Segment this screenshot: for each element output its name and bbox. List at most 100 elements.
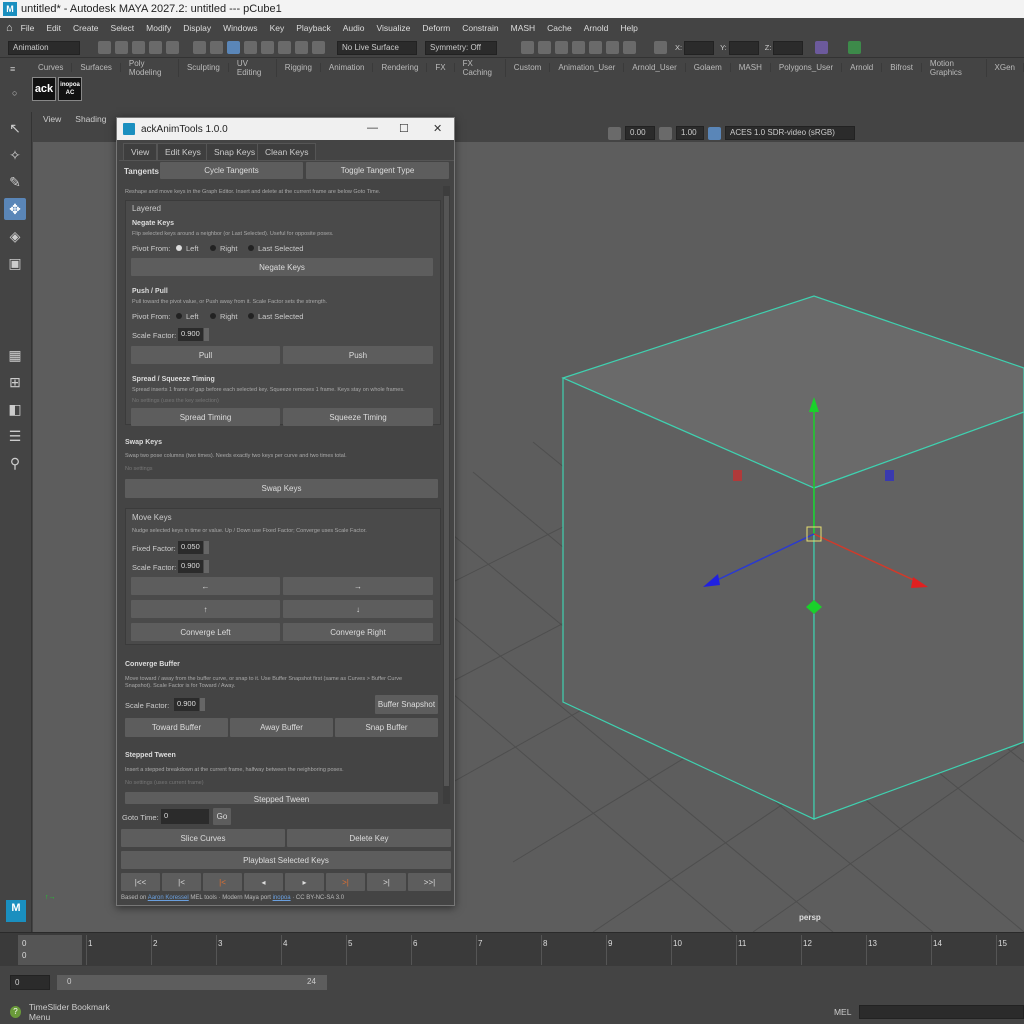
snap-grid-icon[interactable]	[244, 41, 257, 54]
move-up-button[interactable]: ↑	[131, 600, 280, 618]
shelf-options-icon[interactable]: ≡	[10, 64, 15, 74]
four-view-icon[interactable]: ⊞	[4, 371, 26, 393]
toward-buffer-button[interactable]: Toward Buffer	[125, 718, 228, 737]
fixed-factor-spinner[interactable]	[204, 541, 209, 554]
negate-keys-button[interactable]: Negate Keys	[131, 258, 433, 276]
render-frame-icon[interactable]	[521, 41, 534, 54]
shelf-tab-animation[interactable]: Animation	[321, 63, 374, 72]
footer-port-link[interactable]: inopoa	[273, 895, 291, 901]
menu-audio[interactable]: Audio	[343, 23, 365, 33]
exposure-field[interactable]: 0.00	[625, 126, 655, 140]
color-management-icon[interactable]	[708, 126, 721, 140]
menu-display[interactable]: Display	[183, 23, 211, 33]
swap-keys-button[interactable]: Swap Keys	[125, 479, 438, 498]
menu-arnold[interactable]: Arnold	[584, 23, 609, 33]
next-key-button[interactable]: >|	[367, 873, 406, 891]
stepped-tween-button[interactable]: Stepped Tween	[125, 792, 438, 804]
snap-point-icon[interactable]	[278, 41, 291, 54]
move-down-button[interactable]: ↓	[283, 600, 433, 618]
menu-cache[interactable]: Cache	[547, 23, 572, 33]
tab-view[interactable]: View	[123, 143, 158, 160]
snap-view-icon[interactable]	[295, 41, 308, 54]
push-button[interactable]: Push	[283, 346, 433, 364]
prev-frame-key-button[interactable]: |<	[203, 873, 242, 891]
step-forward-button[interactable]: ▸	[285, 873, 324, 891]
shelf-menu-icon[interactable]: ○	[12, 88, 17, 98]
shelf-tab-uv-editing[interactable]: UV Editing	[229, 58, 277, 77]
menu-playback[interactable]: Playback	[296, 23, 331, 33]
search-icon[interactable]: ⚲	[4, 452, 26, 474]
move-scale-field[interactable]: 0.900	[178, 560, 203, 573]
away-buffer-button[interactable]: Away Buffer	[230, 718, 333, 737]
shelf-tab-animation-user[interactable]: Animation_User	[550, 63, 625, 72]
z-field[interactable]	[773, 40, 804, 55]
start-time-field[interactable]: 0	[10, 975, 50, 990]
shelf-tab-mash[interactable]: MASH	[731, 63, 771, 72]
y-field[interactable]	[728, 40, 759, 55]
select-hierarchy-icon[interactable]	[193, 41, 206, 54]
negate-pivot-left[interactable]: Left	[176, 244, 199, 253]
negate-pivot-last[interactable]: Last Selected	[248, 244, 303, 253]
shelf-tab-rendering[interactable]: Rendering	[373, 63, 428, 72]
converge-left-button[interactable]: Converge Left	[131, 623, 280, 641]
tool-window-titlebar[interactable]: ackAnimTools 1.0.0 — ☐ ✕	[117, 118, 454, 140]
menu-key[interactable]: Key	[270, 23, 285, 33]
ipr-render-icon[interactable]	[538, 41, 551, 54]
shelf-tab-curves[interactable]: Curves	[30, 63, 73, 72]
arnold-render-icon[interactable]	[606, 41, 619, 54]
shelf-tab-arnold-user[interactable]: Arnold_User	[624, 63, 686, 72]
pull-button[interactable]: Pull	[131, 346, 280, 364]
mel-label[interactable]: MEL	[834, 1007, 851, 1017]
menuset-dropdown[interactable]: Animation	[8, 40, 80, 55]
exposure-icon[interactable]	[608, 126, 621, 140]
slice-curves-button[interactable]: Slice Curves	[121, 829, 285, 847]
redo-icon[interactable]	[166, 41, 179, 54]
toggle-tangent-type-button[interactable]: Toggle Tangent Type	[306, 162, 449, 179]
squeeze-timing-button[interactable]: Squeeze Timing	[283, 408, 433, 426]
go-button[interactable]: Go	[213, 808, 231, 825]
workspace-icon[interactable]	[848, 41, 862, 54]
new-scene-icon[interactable]	[98, 41, 111, 54]
shelf-tab-arnold[interactable]: Arnold	[842, 63, 883, 72]
x-plane-handle[interactable]	[733, 470, 742, 481]
range-bar[interactable]: 0 24	[57, 975, 327, 990]
home-icon[interactable]: ⌂	[6, 22, 13, 34]
menu-deform[interactable]: Deform	[422, 23, 450, 33]
help-icon[interactable]: ?	[10, 1006, 21, 1018]
ack-shelf-button[interactable]: ack	[32, 77, 56, 101]
time-slider[interactable]: 0 0 1 2 3 4 5 6 7 8 9 10 11 12 13 14 15	[0, 932, 1024, 966]
render-view-icon[interactable]	[589, 41, 602, 54]
menu-select[interactable]: Select	[111, 23, 135, 33]
menu-help[interactable]: Help	[620, 23, 637, 33]
scrollbar-thumb[interactable]	[444, 196, 449, 786]
shelf-tab-poly-modeling[interactable]: Poly Modeling	[121, 58, 179, 77]
shelf-tab-motion-graphics[interactable]: Motion Graphics	[922, 58, 987, 77]
select-object-icon[interactable]	[210, 41, 223, 54]
pushpull-pivot-last[interactable]: Last Selected	[248, 312, 303, 321]
playblast-selected-keys-button[interactable]: Playblast Selected Keys	[121, 851, 451, 869]
scrollbar[interactable]	[443, 186, 450, 804]
pushpull-pivot-left[interactable]: Left	[176, 312, 199, 321]
shelf-tab-bifrost[interactable]: Bifrost	[882, 63, 922, 72]
select-tool-icon[interactable]: ↖	[4, 117, 26, 139]
render-settings-icon[interactable]	[555, 41, 568, 54]
save-scene-icon[interactable]	[132, 41, 145, 54]
z-plane-handle[interactable]	[885, 470, 894, 481]
shelf-tab-rigging[interactable]: Rigging	[277, 63, 321, 72]
shelf-tab-golaem[interactable]: Golaem	[686, 63, 731, 72]
last-key-button[interactable]: >>|	[408, 873, 451, 891]
lasso-tool-icon[interactable]: ✧	[4, 144, 26, 166]
snap-surface-icon[interactable]	[312, 41, 325, 54]
current-frame-marker[interactable]	[18, 935, 82, 965]
step-back-button[interactable]: ◂	[244, 873, 283, 891]
shelf-tab-fx-caching[interactable]: FX Caching	[455, 58, 506, 77]
bookmark-menu-label[interactable]: TimeSlider Bookmark Menu	[29, 1002, 124, 1022]
live-surface-field[interactable]: No Live Surface	[337, 40, 417, 55]
pushpull-scale-spinner[interactable]	[204, 328, 209, 341]
paint-select-icon[interactable]: ✎	[4, 171, 26, 193]
pushpull-scale-field[interactable]: 0.900	[178, 328, 203, 341]
user-icon[interactable]	[815, 41, 829, 54]
snap-buffer-button[interactable]: Snap Buffer	[335, 718, 438, 737]
close-icon[interactable]: ✕	[433, 122, 442, 135]
maya-home-icon[interactable]: M	[6, 900, 26, 922]
